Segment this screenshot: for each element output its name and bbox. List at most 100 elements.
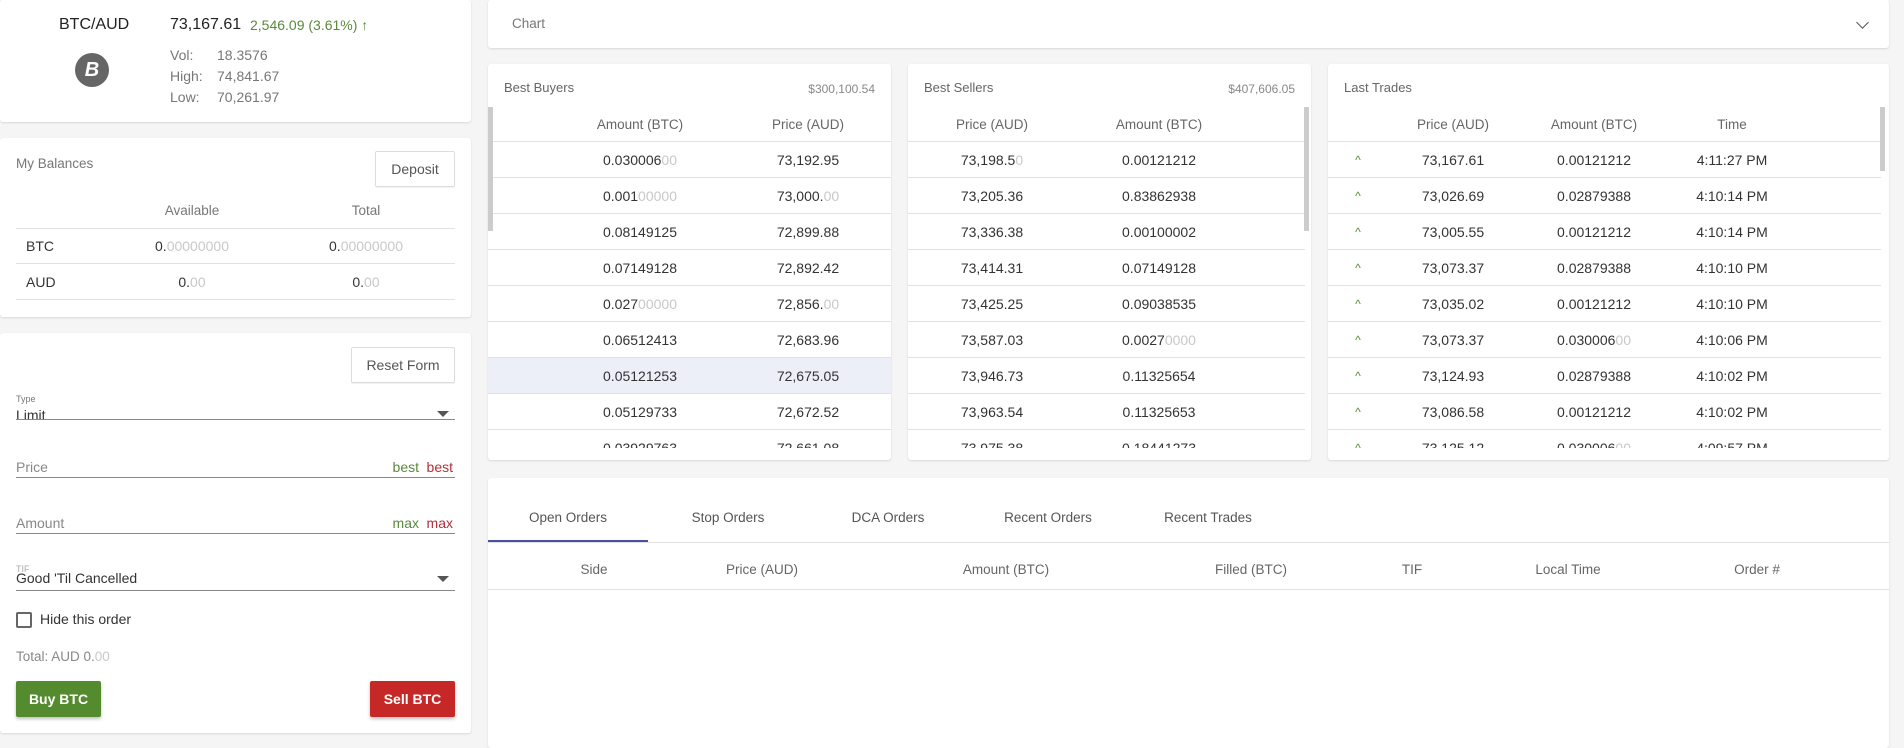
tif-select[interactable]: Good 'Til Cancelled [16, 568, 455, 590]
tab-recent-trades[interactable]: Recent Trades [1128, 494, 1288, 542]
hide-order-checkbox[interactable] [16, 612, 32, 628]
tab-dca-orders[interactable]: DCA Orders [808, 494, 968, 542]
table-row: ^ 73,073.37 0.03000600 4:10:06 PM [1328, 322, 1881, 358]
best-buy-link[interactable]: best [393, 459, 419, 475]
price-dim: 00 [823, 187, 840, 204]
col-price: Price (AUD) [955, 116, 1028, 132]
col-header: TIF [1401, 562, 1423, 577]
table-row[interactable]: 0.06512413 72,683.96 [488, 322, 891, 358]
tabs-divider [488, 542, 1889, 543]
table-header: Price (AUD) Amount (BTC) [908, 107, 1305, 142]
scrollbar[interactable] [1880, 107, 1885, 171]
type-value: Limit [16, 407, 46, 423]
price-main: 72,675.05 [776, 367, 840, 384]
table-row[interactable]: 73,198.50 0.00121212 [908, 142, 1305, 178]
hide-order-label: Hide this order [40, 611, 132, 627]
amount-main: 0.030006 [1557, 439, 1616, 449]
price-main: 73,425.25 [960, 295, 1024, 312]
table-row[interactable]: 73,946.73 0.11325654 [908, 358, 1305, 394]
price-underline [16, 477, 455, 478]
chevron-down-icon[interactable] [1856, 16, 1869, 29]
table-row[interactable]: 73,414.31 0.07149128 [908, 250, 1305, 286]
amount-main: 0.83862938 [1122, 187, 1196, 204]
price-main: 73,975.38 [960, 439, 1024, 449]
header-available: Available [164, 203, 220, 218]
amount: 0.11325654 [1076, 368, 1242, 384]
amount: 0.03000600 [528, 152, 752, 168]
amount: 0.07149128 [528, 260, 752, 276]
amount-main: 0.001 [603, 187, 639, 204]
reset-form-button[interactable]: Reset Form [351, 347, 455, 383]
table-row: ^ 73,026.69 0.02879388 4:10:14 PM [1328, 178, 1881, 214]
sellers-table: Price (AUD) Amount (BTC) 73,198.50 0.00121… [908, 107, 1305, 448]
table-row[interactable]: 0.08149125 72,899.88 [488, 214, 891, 250]
price: 72,899.88 [752, 224, 864, 240]
price: 73,587.03 [908, 332, 1076, 348]
tab-recent-orders[interactable]: Recent Orders [968, 494, 1128, 542]
table-row[interactable]: 0.05121253 72,675.05 [488, 358, 891, 394]
table-row[interactable]: 73,425.25 0.09038535 [908, 286, 1305, 322]
max-sell-link[interactable]: max [427, 515, 453, 531]
asset: BTC [26, 238, 54, 254]
price-input[interactable]: Price best best [16, 457, 455, 477]
type-select[interactable]: Limit [16, 397, 455, 423]
amount-underline [16, 533, 455, 534]
header-divider [488, 589, 1889, 590]
amount-main: 0.00100002 [1122, 223, 1196, 240]
price: 73,026.69 [1421, 187, 1485, 204]
time: 4:10:10 PM [1696, 259, 1768, 276]
total: 0.00000000 [329, 238, 403, 254]
table-row[interactable]: 0.00100000 73,000.00 [488, 178, 891, 214]
amount: 0.07149128 [1076, 260, 1242, 276]
price-change: 2,546.09 (3.61%) ↑ [250, 17, 368, 33]
amount-main: 0.02879388 [1557, 367, 1631, 384]
buy-button[interactable]: Buy BTC [16, 681, 101, 717]
balances-card: My Balances Deposit Available Total BTC … [0, 138, 471, 317]
table-row[interactable]: 73,336.38 0.00100002 [908, 214, 1305, 250]
amount-main: 0.11325653 [1122, 403, 1196, 420]
chart-panel[interactable]: Chart [488, 0, 1889, 48]
tab-stop-orders[interactable]: Stop Orders [648, 494, 808, 542]
scrollbar[interactable] [488, 107, 493, 231]
amount-main: 0.03929763 [603, 439, 677, 449]
price: 73,035.02 [1421, 295, 1485, 312]
col-amount: Amount (BTC) [1550, 116, 1638, 132]
price-main: 73,587.03 [960, 331, 1024, 348]
tab-open-orders[interactable]: Open Orders [488, 494, 648, 542]
value-dim: 00000000 [166, 238, 229, 254]
scrollbar[interactable] [1304, 107, 1309, 231]
table-row[interactable]: 0.03000600 73,192.95 [488, 142, 891, 178]
sell-button[interactable]: Sell BTC [370, 681, 455, 717]
amount: 0.00121212 [1518, 404, 1670, 420]
col-header: Price (AUD) [725, 562, 799, 577]
table-row[interactable]: 0.05129733 72,672.52 [488, 394, 891, 430]
price: 73,167.61 [1421, 151, 1485, 168]
amount: 0.03000600 [1518, 440, 1670, 449]
table-row[interactable]: 0.03929763 72,661.08 [488, 430, 891, 449]
max-buy-link[interactable]: max [393, 515, 419, 531]
price: 73,425.25 [908, 296, 1076, 312]
col-header: Order # [1734, 562, 1780, 577]
price: 73,963.54 [908, 404, 1076, 420]
table-row[interactable]: 73,975.38 0.18441273 [908, 430, 1305, 449]
available: 0.00 [178, 274, 205, 290]
price: 72,672.52 [752, 404, 864, 420]
amount: 0.02879388 [1518, 188, 1670, 204]
table-row[interactable]: 73,587.03 0.00270000 [908, 322, 1305, 358]
best-sell-link[interactable]: best [427, 459, 453, 475]
amount-input[interactable]: Amount max max [16, 513, 455, 533]
price-main: 72,683.96 [776, 331, 840, 348]
price: 72,661.08 [752, 440, 864, 449]
table-row[interactable]: 73,963.54 0.11325653 [908, 394, 1305, 430]
amount-main: 0.09038535 [1122, 295, 1196, 312]
table-row: ^ 73,167.61 0.00121212 4:11:27 PM [1328, 142, 1881, 178]
amount: 0.00270000 [1076, 332, 1242, 348]
table-row[interactable]: 73,205.36 0.83862938 [908, 178, 1305, 214]
table-row[interactable]: 0.07149128 72,892.42 [488, 250, 891, 286]
table-row[interactable]: 0.02700000 72,856.00 [488, 286, 891, 322]
deposit-button[interactable]: Deposit [375, 151, 455, 187]
price-main: 72,899.88 [776, 223, 840, 240]
amount-dim: 0000 [1164, 331, 1196, 348]
col-price: Price (AUD) [1416, 116, 1489, 132]
amount-main: 0.030006 [603, 151, 662, 168]
